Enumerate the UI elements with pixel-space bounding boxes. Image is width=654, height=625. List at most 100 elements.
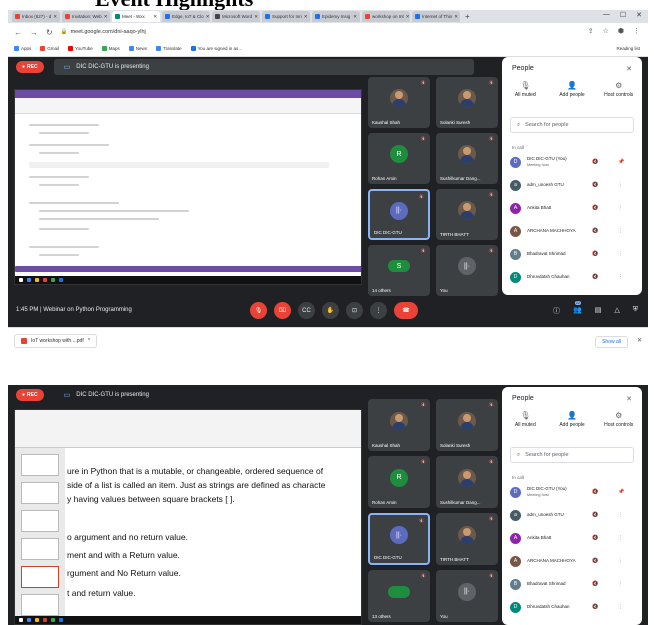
search-input[interactable]: ⌕ Search for people	[510, 447, 634, 463]
add-person-action[interactable]: 👤 Add people	[549, 411, 596, 428]
browser-tab[interactable]: workshop on Int ✕	[362, 11, 410, 22]
mic-off-action[interactable]: 🎙 All muted	[502, 81, 549, 98]
participant-tile[interactable]: 🔇 TIRTH BHATT	[436, 513, 498, 565]
browser-tab[interactable]: Inbox (627) - d ✕	[12, 11, 60, 22]
maximize-icon[interactable]: ☐	[620, 11, 626, 19]
participant-row[interactable]: A Ankita Bhatt 🔇 ⋮	[510, 199, 634, 217]
close-panel-icon[interactable]: ✕	[626, 65, 632, 73]
host-controls-action[interactable]: ⚙ Host controls	[595, 411, 642, 428]
participant-tile[interactable]: 🔇 13 others	[368, 570, 430, 622]
tab-close-icon[interactable]: ✕	[304, 11, 308, 22]
tab-close-icon[interactable]: ✕	[104, 11, 108, 22]
bookmark-item[interactable]: You are signed in as...	[190, 46, 242, 51]
host-shield-icon[interactable]: ⛨	[633, 306, 638, 316]
show-all-button[interactable]: Show all	[595, 336, 628, 348]
bookmark-item[interactable]: Apps	[14, 46, 31, 51]
participant-tile[interactable]: 🔇 Kaushal Shah	[368, 399, 430, 451]
participant-row[interactable]: D DIC DIC-GTU (You) Meeting host 🔇 📌	[510, 153, 634, 171]
more-vert-icon[interactable]: ⋮	[618, 581, 623, 587]
more-vert-icon[interactable]: ⋮	[618, 205, 623, 211]
end-call-button[interactable]: ☎	[394, 302, 418, 319]
participant-row[interactable]: A Ankita Bhatt 🔇 ⋮	[510, 529, 634, 547]
pin-icon[interactable]: 📌	[618, 489, 624, 495]
participant-tile[interactable]: ||· 🔇 You	[436, 245, 498, 296]
slide-thumb[interactable]	[21, 594, 59, 616]
participant-tile[interactable]: ||· 🔇 DIC DIC-GTU	[368, 513, 430, 565]
chat-icon[interactable]: ▤	[595, 306, 602, 316]
participant-row[interactable]: a adm_unoesh GTU 🔇 ⋮	[510, 506, 634, 524]
more-vert-icon[interactable]: ⋮	[618, 558, 623, 564]
raise-hand-button[interactable]: ✋	[322, 302, 339, 319]
participant-row[interactable]: D Dhruvdatsh Chauhan 🔇 ⋮	[510, 268, 634, 286]
new-tab-button[interactable]: +	[465, 12, 470, 21]
url-field[interactable]: 🔒 meet.google.com/dni-aaqo-ylhj	[61, 29, 146, 35]
close-panel-icon[interactable]: ✕	[626, 395, 632, 403]
participant-row[interactable]: B Bhadravat Shrimad 🔇 ⋮	[510, 245, 634, 263]
camera-off-button[interactable]: ⌧	[274, 302, 291, 319]
menu-icon[interactable]: ⋮	[633, 27, 640, 35]
browser-tab[interactable]: Internet of Thin ✕	[412, 11, 460, 22]
tab-close-icon[interactable]: ✕	[53, 11, 57, 22]
tab-close-icon[interactable]: ✕	[454, 11, 458, 22]
browser-tab[interactable]: Meet - Wxx ✕	[112, 11, 160, 22]
participant-tile[interactable]: R 🔇 Rohan Amin	[368, 133, 430, 184]
participant-row[interactable]: B Bhadravat Shrimad 🔇 ⋮	[510, 575, 634, 593]
participant-row[interactable]: A ARCHANA MACHHOYA 🔇 ⋮	[510, 222, 634, 240]
participant-row[interactable]: A ARCHANA MACHHOYA 🔇 ⋮	[510, 552, 634, 570]
activities-icon[interactable]: △	[614, 306, 619, 316]
present-button[interactable]: ⊡	[346, 302, 363, 319]
participant-tile[interactable]: 🔇 Sushilkumar Dang...	[436, 456, 498, 508]
download-item[interactable]: IoT workshop with....pdf ^	[14, 334, 98, 348]
participant-row[interactable]: D DIC DIC-GTU (You) Meeting host 🔇 📌	[510, 483, 634, 501]
more-vert-icon[interactable]: ⋮	[618, 535, 623, 541]
more-options-button[interactable]: ⋮	[370, 302, 387, 319]
bookmark-item[interactable]: Maps	[101, 46, 120, 51]
participant-tile[interactable]: 🔇 Sushilkumar Dang...	[436, 133, 498, 184]
close-icon[interactable]: ✕	[636, 11, 642, 19]
participant-tile[interactable]: R 🔇 Rohan Amin	[368, 456, 430, 508]
more-vert-icon[interactable]: ⋮	[618, 274, 623, 280]
slide-thumb[interactable]	[21, 482, 59, 504]
tab-close-icon[interactable]: ✕	[254, 11, 258, 22]
search-input[interactable]: ⌕ Search for people	[510, 117, 634, 133]
slide-thumb[interactable]	[21, 454, 59, 476]
captions-button[interactable]: CC	[298, 302, 315, 319]
participant-row[interactable]: a adm_unoesh GTU 🔇 ⋮	[510, 176, 634, 194]
participant-tile[interactable]: 🔇 TIRTH BHATT	[436, 189, 498, 240]
reload-icon[interactable]: ↻	[46, 28, 53, 37]
participant-tile[interactable]: S 🔇 14 others	[368, 245, 430, 296]
browser-tab[interactable]: Support for Inn ✕	[262, 11, 310, 22]
mic-off-action[interactable]: 🎙 All muted	[502, 411, 549, 428]
back-icon[interactable]: ←	[14, 28, 22, 37]
participant-row[interactable]: D Dhruvdatsh Chauhan 🔇 ⋮	[510, 598, 634, 616]
participant-tile[interactable]: ||· 🔇 DIC DIC-GTU	[368, 189, 430, 240]
more-vert-icon[interactable]: ⋮	[618, 228, 623, 234]
bookmark-item[interactable]: Translate	[156, 46, 182, 51]
people-icon[interactable]: 👥 22	[573, 301, 582, 316]
extension-icon[interactable]: ⬢	[618, 27, 624, 35]
host-controls-action[interactable]: ⚙ Host controls	[595, 81, 642, 98]
tab-close-icon[interactable]: ✕	[353, 11, 357, 22]
tab-close-icon[interactable]: ✕	[153, 11, 157, 22]
info-icon[interactable]: ⓘ	[553, 306, 560, 316]
participant-tile[interactable]: 🔇 Solanki Suresh	[436, 77, 498, 128]
more-vert-icon[interactable]: ⋮	[618, 251, 623, 257]
slide-thumb[interactable]	[21, 510, 59, 532]
more-vert-icon[interactable]: ⋮	[618, 512, 623, 518]
browser-tab[interactable]: Microsoft Word ✕	[212, 11, 260, 22]
browser-tab[interactable]: Edge, IoT & Clo ✕	[162, 11, 210, 22]
participant-tile[interactable]: 🔇 Kaushal Shah	[368, 77, 430, 128]
slide-thumb[interactable]	[21, 538, 59, 560]
bookmark-item[interactable]: News	[128, 46, 147, 51]
share-icon[interactable]: ⇪	[588, 27, 594, 35]
pin-icon[interactable]: 📌	[618, 159, 624, 165]
minimize-icon[interactable]: —	[603, 11, 610, 19]
participant-tile[interactable]: ||· 🔇 You	[436, 570, 498, 622]
tab-close-icon[interactable]: ✕	[206, 11, 210, 22]
close-download-icon[interactable]: ✕	[637, 337, 642, 344]
reading-list[interactable]: Reading list	[616, 46, 640, 51]
add-person-action[interactable]: 👤 Add people	[549, 81, 596, 98]
tab-close-icon[interactable]: ✕	[406, 11, 410, 22]
more-vert-icon[interactable]: ⋮	[618, 604, 623, 610]
bookmark-item[interactable]: Gmail	[40, 46, 59, 51]
